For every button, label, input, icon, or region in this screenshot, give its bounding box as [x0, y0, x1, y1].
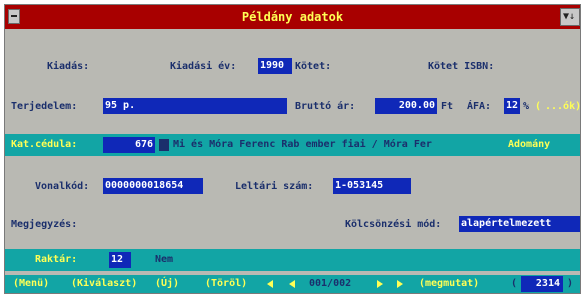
next-page-icon[interactable] [377, 280, 383, 288]
kolcsonzesi-mod-label: Kölcsönzési mód: [345, 219, 442, 230]
title-bar: Példány adatok ▼↓ [5, 5, 580, 29]
previous-page-icon[interactable] [289, 280, 295, 288]
count-close-paren: ) [567, 278, 574, 289]
record-count: 2314 [521, 276, 563, 292]
first-page-icon[interactable] [267, 280, 273, 288]
kiadas-label: Kiadás: [47, 61, 90, 72]
screen: Példány adatok ▼↓ Kiadás: Kiadási év: 19… [0, 0, 583, 297]
menu-command[interactable]: (Menü) [13, 275, 49, 293]
brutto-ar-field[interactable]: 200.00 [375, 98, 437, 114]
dialog-title: Példány adatok [241, 10, 344, 24]
kat-cedula-text-field[interactable]: Mi és Móra Ferenc Rab ember fiai / Móra … [171, 137, 501, 153]
page-indicator: 001/002 [309, 278, 352, 289]
select-command[interactable]: (Kiválaszt) [71, 275, 137, 293]
last-page-icon[interactable] [397, 280, 403, 288]
vonalkod-field[interactable]: 0000000018654 [103, 178, 203, 194]
count-open-paren: ( [511, 278, 518, 289]
currency-label: Ft [441, 101, 454, 112]
afa-type-label: ...ók) [545, 101, 581, 112]
kolcsonzesi-mod-field[interactable]: alapértelmezett [459, 216, 580, 232]
maximize-button[interactable]: ▼↓ [560, 8, 580, 26]
megjegyzes-label: Megjegyzés: [11, 219, 78, 230]
marker-icon [159, 139, 169, 151]
raktar-code-field[interactable]: 12 [109, 252, 131, 268]
delete-command[interactable]: (Töröl) [205, 275, 247, 293]
new-command[interactable]: (Új) [155, 275, 179, 293]
leltari-szam-field[interactable]: 1-053145 [333, 178, 411, 194]
brutto-ar-label: Bruttó ár: [295, 101, 356, 112]
terjedelem-field[interactable]: 95 p. [103, 98, 287, 114]
example-data-dialog: Példány adatok ▼↓ Kiadás: Kiadási év: 19… [4, 4, 581, 294]
raktar-text-field[interactable]: Nem [153, 252, 415, 268]
kiadasi-ev-label: Kiadási év: [170, 61, 237, 72]
show-command[interactable]: (megmutat) [419, 275, 479, 293]
terjedelem-label: Terjedelem: [11, 101, 78, 112]
adomany-label: Adomány [508, 139, 551, 150]
afa-k-label: ( [535, 101, 542, 112]
raktar-label: Raktár: [35, 254, 78, 265]
leltari-szam-label: Leltári szám: [235, 181, 314, 192]
kat-cedula-number-field[interactable]: 676 [103, 137, 155, 153]
command-bar: (Menü) (Kiválaszt) (Új) (Töröl) 001/002 … [5, 275, 580, 293]
kat-cedula-label: Kat.cédula: [11, 139, 78, 150]
kotet-isbn-label: Kötet ISBN: [428, 61, 495, 72]
afa-label: ÁFA: [467, 101, 492, 112]
kiadasi-ev-field[interactable]: 1990 [258, 58, 292, 74]
afa-field[interactable]: 12 [504, 98, 520, 114]
kotet-label: Kötet: [295, 61, 332, 72]
vonalkod-label: Vonalkód: [35, 181, 90, 192]
afa-percent-label: % [523, 101, 530, 112]
